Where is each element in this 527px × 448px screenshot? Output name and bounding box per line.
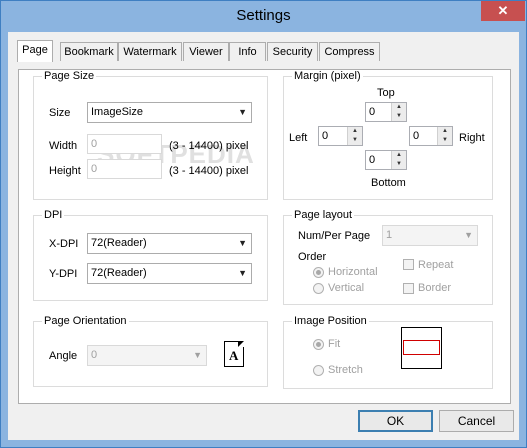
chevron-down-icon: ▼ xyxy=(464,230,473,240)
image-position-label: Image Position xyxy=(292,315,369,327)
vertical-radio[interactable] xyxy=(313,283,324,294)
border-checkbox[interactable] xyxy=(403,283,414,294)
page-orientation-label: Page Orientation xyxy=(42,315,129,327)
repeat-label: Repeat xyxy=(418,259,454,271)
margin-right-label: Right xyxy=(459,132,485,144)
chevron-down-icon: ▼ xyxy=(193,350,202,360)
margin-bottom-label: Bottom xyxy=(371,177,406,189)
margin-top-label: Top xyxy=(377,87,395,99)
page-orientation-letter: A xyxy=(229,348,239,363)
tab-compress[interactable]: Compress xyxy=(319,42,380,61)
height-input[interactable]: 0 xyxy=(87,159,162,179)
ydpi-select[interactable]: 72(Reader) ▼ xyxy=(87,263,252,284)
page-layout-label: Page layout xyxy=(292,209,355,221)
angle-label: Angle xyxy=(49,350,78,362)
dpi-group: DPI xyxy=(33,209,268,301)
xdpi-select[interactable]: 72(Reader) ▼ xyxy=(87,233,252,254)
page-tab-panel: SOFTPEDIA Page Size Size ImageSize ▼ Wid… xyxy=(18,69,511,404)
chevron-down-icon: ▼ xyxy=(238,268,247,278)
stretch-radio[interactable] xyxy=(313,365,324,376)
width-label: Width xyxy=(49,140,78,152)
title-bar[interactable]: Settings ✕ xyxy=(1,1,526,31)
border-label: Border xyxy=(418,282,452,294)
margin-top-spinner[interactable]: 0 ▲ ▼ xyxy=(365,102,407,122)
tab-security[interactable]: Security xyxy=(267,42,318,61)
dpi-label: DPI xyxy=(42,209,65,221)
spin-down-icon[interactable]: ▼ xyxy=(348,136,362,145)
num-per-page-value: 1 xyxy=(386,229,393,241)
num-per-page-select[interactable]: 1 ▼ xyxy=(382,225,478,246)
tab-page[interactable]: Page xyxy=(17,40,53,62)
ydpi-select-value: 72(Reader) xyxy=(91,267,147,279)
size-select-value: ImageSize xyxy=(91,106,143,118)
dialog-client-area: Page Bookmark Watermark Viewer Info Secu… xyxy=(8,32,519,440)
settings-dialog: Settings ✕ Page Bookmark Watermark Viewe… xyxy=(0,0,527,448)
width-range-label: (3 - 14400) pixel xyxy=(169,140,249,152)
size-select[interactable]: ImageSize ▼ xyxy=(87,102,252,123)
spin-up-icon[interactable]: ▲ xyxy=(438,127,452,136)
cancel-button[interactable]: Cancel xyxy=(439,410,514,432)
xdpi-label: X-DPI xyxy=(49,238,79,250)
close-button[interactable]: ✕ xyxy=(481,1,525,21)
margin-bottom-value: 0 xyxy=(369,154,376,166)
vertical-label: Vertical xyxy=(328,282,365,294)
num-per-page-label: Num/Per Page xyxy=(298,230,371,242)
spin-down-icon[interactable]: ▼ xyxy=(392,160,406,169)
image-area-indicator xyxy=(403,340,440,355)
image-position-preview xyxy=(401,327,442,369)
fit-radio[interactable] xyxy=(313,339,324,350)
order-label: Order xyxy=(298,251,327,263)
margin-right-value: 0 xyxy=(413,130,420,142)
tab-bookmark[interactable]: Bookmark xyxy=(60,42,118,61)
margin-left-spinner[interactable]: 0 ▲ ▼ xyxy=(318,126,363,146)
tab-viewer[interactable]: Viewer xyxy=(183,42,229,61)
margin-right-spinner[interactable]: 0 ▲ ▼ xyxy=(409,126,453,146)
angle-select-value: 0 xyxy=(91,349,98,361)
spin-up-icon[interactable]: ▲ xyxy=(392,103,406,112)
stretch-label: Stretch xyxy=(328,364,363,376)
tab-watermark[interactable]: Watermark xyxy=(118,42,182,61)
spin-down-icon[interactable]: ▼ xyxy=(392,112,406,121)
spin-up-icon[interactable]: ▲ xyxy=(392,151,406,160)
height-label: Height xyxy=(49,165,81,177)
horizontal-label: Horizontal xyxy=(328,266,378,278)
image-position-group: Image Position xyxy=(283,315,493,389)
chevron-down-icon: ▼ xyxy=(238,238,247,248)
angle-select[interactable]: 0 ▼ xyxy=(87,345,207,366)
margin-left-label: Left xyxy=(289,132,308,144)
margin-top-value: 0 xyxy=(369,106,376,118)
ok-button[interactable]: OK xyxy=(358,410,433,432)
height-range-label: (3 - 14400) pixel xyxy=(169,165,249,177)
margin-bottom-spinner[interactable]: 0 ▲ ▼ xyxy=(365,150,407,170)
margin-label: Margin (pixel) xyxy=(292,70,363,82)
window-title: Settings xyxy=(236,7,291,24)
margin-left-value: 0 xyxy=(322,130,329,142)
xdpi-select-value: 72(Reader) xyxy=(91,237,147,249)
ydpi-label: Y-DPI xyxy=(49,268,78,280)
width-input[interactable]: 0 xyxy=(87,134,162,154)
spin-up-icon[interactable]: ▲ xyxy=(348,127,362,136)
horizontal-radio[interactable] xyxy=(313,267,324,278)
page-size-label: Page Size xyxy=(42,70,97,82)
tab-info[interactable]: Info xyxy=(229,42,266,61)
fit-label: Fit xyxy=(328,338,341,350)
spin-down-icon[interactable]: ▼ xyxy=(438,136,452,145)
chevron-down-icon: ▼ xyxy=(238,107,247,117)
size-label: Size xyxy=(49,107,71,119)
page-orientation-icon: A xyxy=(224,341,244,367)
repeat-checkbox[interactable] xyxy=(403,259,414,270)
